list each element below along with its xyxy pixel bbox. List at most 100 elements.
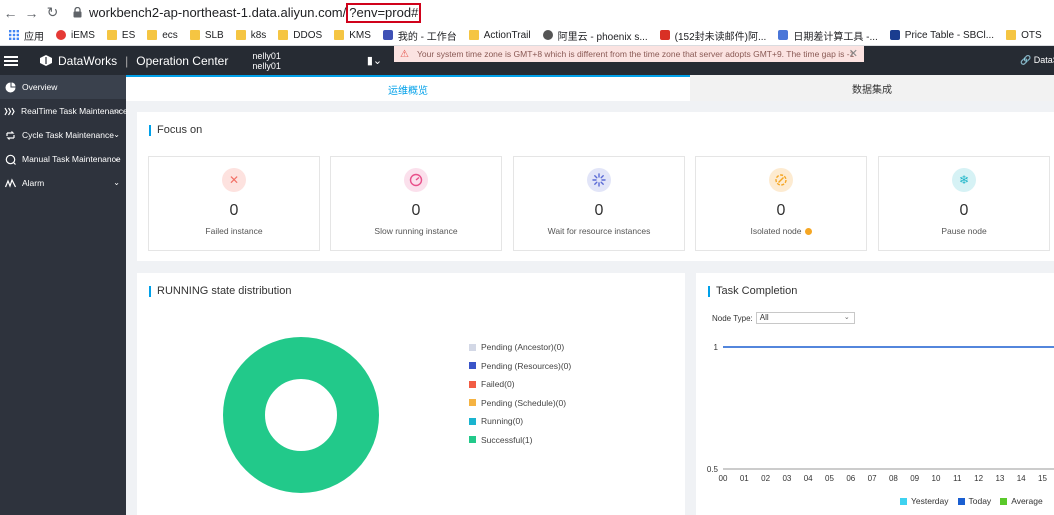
x-tick-label: 02: [761, 474, 771, 483]
bookmark-label: 应用: [24, 31, 44, 43]
x-tick-label: 11: [953, 474, 962, 483]
close-icon[interactable]: ✕: [849, 47, 858, 60]
x-tick-label: 09: [910, 474, 920, 483]
slow-running-card[interactable]: 0 Slow running instance: [330, 156, 502, 251]
sidebar-item-overview[interactable]: Overview: [0, 75, 126, 99]
brand-name: DataWorks: [58, 53, 118, 68]
bookmark-label: k8s: [250, 29, 267, 41]
failed-instance-card[interactable]: ✕ 0 Failed instance: [148, 156, 320, 251]
bookmark-label: KMS: [349, 29, 371, 41]
bookmark-2[interactable]: ES: [101, 25, 141, 45]
tab-bar: 运维概览 数据集成: [126, 75, 1054, 101]
bookmark-label: ecs: [162, 29, 178, 41]
bookmark-10[interactable]: 阿里云 - phoenix s...: [537, 25, 654, 45]
sidebar-item-manual[interactable]: Manual Task Maintenance ⌄: [0, 147, 126, 171]
url-field[interactable]: workbench2-ap-northeast-1.data.aliyun.co…: [89, 2, 422, 23]
bookmark-3[interactable]: ecs: [141, 25, 184, 45]
x-tick-label: 08: [888, 474, 898, 483]
legend-swatch: [1000, 497, 1008, 505]
bookmark-label: iEMS: [71, 29, 95, 41]
warning-icon: ⚠: [400, 48, 409, 60]
folder-icon: [147, 30, 158, 40]
reload-icon[interactable]: ↻: [42, 2, 63, 23]
legend-swatch: [469, 399, 476, 407]
tab-data-integration[interactable]: 数据集成: [690, 75, 1054, 101]
bookmark-9[interactable]: ActionTrail: [463, 25, 537, 45]
isolated-node-card[interactable]: 0 Isolated node: [695, 156, 867, 251]
chevron-down-icon: ⌄: [843, 314, 850, 321]
y-tick-label: 1: [714, 343, 719, 352]
folder-icon: [468, 30, 479, 40]
x-tick-label: 00: [718, 474, 728, 483]
completion-title: Task Completion: [708, 286, 797, 297]
bookmark-13[interactable]: Price Table - SBCl...: [884, 25, 1000, 45]
menu-icon[interactable]: [4, 55, 18, 66]
sidebar-item-realtime[interactable]: RealTime Task Maintenance ⌵: [0, 99, 128, 123]
globe-icon: [542, 30, 553, 40]
bookmark-5[interactable]: k8s: [230, 25, 273, 45]
legend-item[interactable]: Yesterday: [900, 496, 949, 506]
back-icon[interactable]: ←: [0, 2, 21, 23]
legend-swatch: [469, 362, 476, 370]
bookmark-7[interactable]: KMS: [328, 25, 377, 45]
legend-item[interactable]: Successful(1): [469, 431, 571, 450]
completion-legend: Yesterday Today Average: [900, 496, 1052, 506]
user-info[interactable]: nelly01 nelly01: [252, 51, 281, 71]
bookmark-4[interactable]: SLB: [184, 25, 230, 45]
legend-item[interactable]: Pending (Resources)(0): [469, 357, 571, 376]
pulse-icon: [4, 177, 16, 189]
bookmark-dropdown-icon[interactable]: ▮⌄: [367, 54, 382, 67]
apps-grid-icon: [9, 30, 19, 40]
node-type-select[interactable]: All ⌄: [755, 312, 855, 324]
brand[interactable]: DataWorks | Operation Center: [40, 54, 228, 68]
header-right-link[interactable]: 🔗 DataS: [1020, 55, 1054, 66]
donut-slice-successful[interactable]: [223, 337, 379, 493]
legend-item[interactable]: Running(0): [469, 412, 571, 431]
section-name: Operation Center: [136, 53, 229, 68]
blue-icon: [382, 30, 393, 40]
bookmark-label: DDOS: [293, 29, 323, 41]
y-tick-label: 0.5: [707, 465, 719, 474]
x-tick-label: 13: [995, 474, 1005, 483]
bookmark-8[interactable]: 我的 - 工作台: [377, 25, 463, 45]
bookmark-label: Price Table - SBCl...: [904, 29, 995, 41]
bookmark-11[interactable]: (152封未读邮件)阿...: [654, 25, 773, 45]
tab-ops-overview[interactable]: 运维概览: [126, 75, 690, 101]
sidebar-item-cycle[interactable]: Cycle Task Maintenance ⌄: [0, 123, 126, 147]
legend-item[interactable]: Failed(0): [469, 375, 571, 394]
folder-icon: [278, 30, 289, 40]
bookmark-label: SLB: [204, 29, 224, 41]
calendar-icon: [778, 30, 789, 40]
url-highlight: ?env=prod#: [346, 2, 422, 23]
bookmark-14[interactable]: OTS: [1000, 25, 1048, 45]
bookmark-12[interactable]: 日期差计算工具 -...: [772, 25, 883, 45]
gmail-icon: [659, 30, 670, 40]
legend-item[interactable]: Average: [1000, 496, 1043, 506]
url-main: workbench2-ap-northeast-1.data.aliyun.co…: [89, 5, 347, 20]
x-icon: ✕: [222, 168, 246, 192]
forward-icon[interactable]: →: [21, 2, 42, 23]
cycle-icon: [4, 129, 16, 141]
legend-swatch: [469, 417, 476, 425]
legend-swatch: [469, 343, 476, 351]
bookmark-0[interactable]: 应用: [3, 25, 50, 45]
bookmark-1[interactable]: iEMS: [50, 25, 101, 45]
legend-label: Pending (Ancestor)(0): [481, 342, 565, 353]
bookmark-6[interactable]: DDOS: [272, 25, 328, 45]
pause-node-card[interactable]: ❄ 0 Pause node: [878, 156, 1050, 251]
legend-label: Successful(1): [481, 434, 533, 445]
folder-icon: [189, 30, 200, 40]
folder-icon: [334, 30, 345, 40]
legend-item[interactable]: Pending (Ancestor)(0): [469, 338, 571, 357]
isolate-icon: [769, 168, 793, 192]
legend-item[interactable]: Today: [957, 496, 991, 506]
wait-resource-card[interactable]: 0 Wait for resource instances: [513, 156, 685, 251]
lock-icon[interactable]: [71, 7, 83, 19]
warning-text: Your system time zone is GMT+8 which is …: [416, 49, 855, 59]
sidebar-item-alarm[interactable]: Alarm ⌄: [0, 171, 126, 195]
red-icon: [56, 30, 66, 40]
legend-swatch: [957, 497, 965, 505]
x-tick-label: 05: [825, 474, 834, 483]
legend-item[interactable]: Pending (Schedule)(0): [469, 394, 571, 413]
bookmark-15[interactable]: RDS: [1048, 25, 1054, 45]
